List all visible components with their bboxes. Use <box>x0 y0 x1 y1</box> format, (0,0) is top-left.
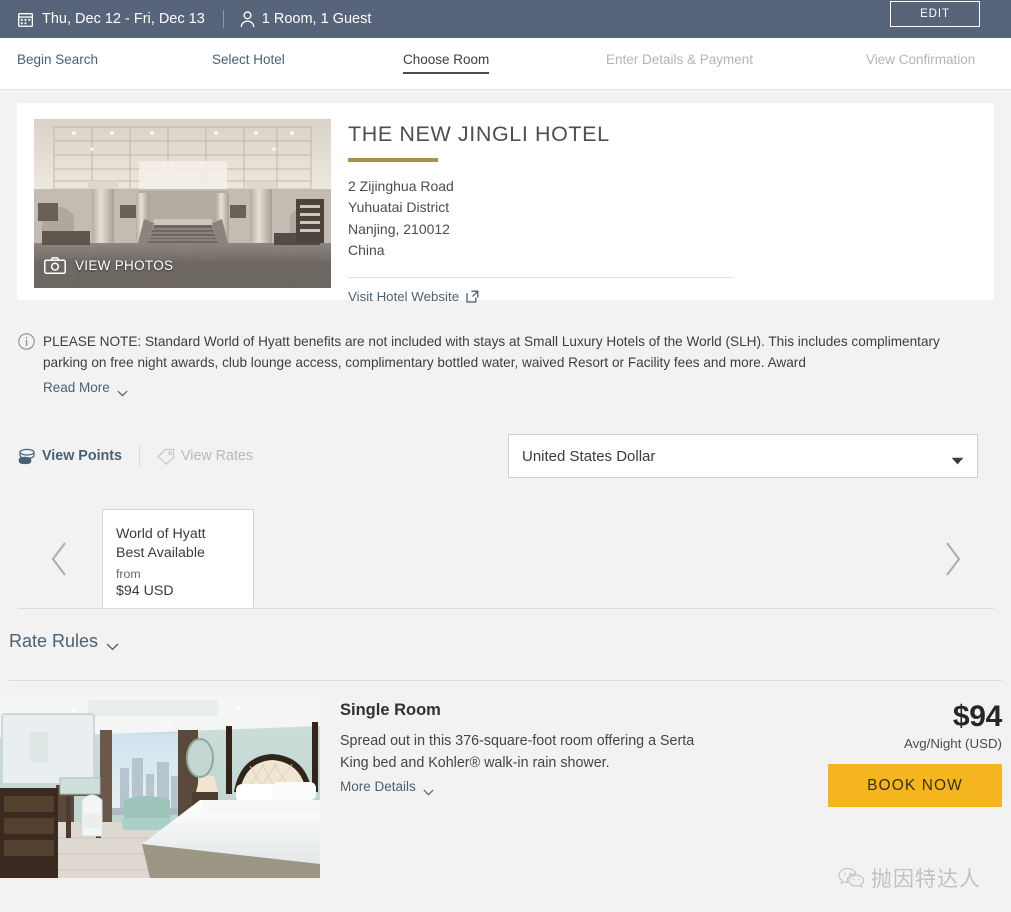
rate-plan-from-label: from <box>116 567 141 582</box>
chevron-down-icon <box>117 384 128 397</box>
hotel-lobby-photo[interactable]: VIEW PHOTOS <box>34 119 331 288</box>
currency-select[interactable]: United States Dollar <box>508 434 978 479</box>
watermark-text: 抛因特达人 <box>871 867 981 891</box>
info-icon <box>18 333 35 350</box>
read-more-label: Read More <box>43 380 110 396</box>
chevron-down-icon <box>423 783 434 796</box>
read-more-toggle[interactable]: Read More <box>43 380 128 397</box>
chevron-down-icon <box>106 638 119 651</box>
watermark: 抛因特达人 <box>838 863 981 893</box>
toggle-divider <box>138 445 140 468</box>
carousel-track <box>254 509 910 608</box>
chevron-right-icon <box>946 542 961 576</box>
carousel-prev-button[interactable] <box>18 509 102 608</box>
occupancy-summary: 1 Room, 1 Guest <box>240 10 372 28</box>
topbar-divider <box>222 10 224 28</box>
room-description: Spread out in this 376-square-foot room … <box>340 733 695 771</box>
person-icon <box>240 10 255 28</box>
rate-rules-toggle[interactable]: Rate Rules <box>9 631 119 652</box>
carousel-next-button[interactable] <box>910 509 994 608</box>
occupancy-text: 1 Room, 1 Guest <box>261 11 372 27</box>
booking-summary-bar: Thu, Dec 12 - Fri, Dec 13 1 Room, 1 Gues… <box>0 0 1011 38</box>
hotel-summary-card: VIEW PHOTOS THE NEW JINGLI HOTEL 2 Zijin… <box>17 103 994 304</box>
points-coins-icon <box>18 448 36 465</box>
please-note-text: PLEASE NOTE: Standard World of Hyatt ben… <box>43 334 940 371</box>
address-divider <box>348 277 734 279</box>
rate-plan-carousel: World of Hyatt Best Available from $94 U… <box>18 509 994 610</box>
more-details-toggle[interactable]: More Details <box>340 779 434 796</box>
room-price-amount: $94 <box>952 700 1002 734</box>
wechat-icon <box>838 867 865 889</box>
room-name: Single Room <box>340 701 441 720</box>
caret-down-icon <box>951 452 964 465</box>
more-details-label: More Details <box>340 779 416 795</box>
view-rates-tab[interactable]: View Rates <box>157 448 253 465</box>
step-begin-search[interactable]: Begin Search <box>17 52 98 67</box>
external-link-icon <box>466 290 479 303</box>
book-now-button[interactable]: BOOK NOW <box>828 764 1002 808</box>
camera-icon <box>44 256 66 274</box>
rooms-section-divider <box>9 680 1002 682</box>
view-controls-row: View Points View Rates United States Dol… <box>18 433 994 479</box>
room-price-column: $94 Avg/Night (USD) BOOK NOW <box>828 696 1011 878</box>
chevron-left-icon <box>51 542 66 576</box>
address-line-3: Nanjing, 210012 <box>348 220 450 237</box>
please-note-banner: PLEASE NOTE: Standard World of Hyatt ben… <box>18 331 994 397</box>
step-choose-room[interactable]: Choose Room <box>403 52 490 74</box>
rate-rules-label: Rate Rules <box>9 631 99 652</box>
room-price-subtitle: Avg/Night (USD) <box>903 736 1002 752</box>
price-tag-icon <box>157 448 175 465</box>
edit-button[interactable]: EDIT <box>890 1 980 27</box>
room-list-item: Single Room Spread out in this 376-squar… <box>0 696 1011 879</box>
hotel-name: THE NEW JINGLI HOTEL <box>348 122 610 146</box>
dates-summary: Thu, Dec 12 - Fri, Dec 13 <box>17 11 205 27</box>
rate-plan-price: $94 USD <box>116 583 174 600</box>
rate-plan-title-line1: World of Hyatt <box>116 526 206 543</box>
rate-plan-title-line2: Best Available <box>116 544 205 561</box>
currency-selected-value: United States Dollar <box>522 447 656 465</box>
visit-hotel-website-link[interactable]: Visit Hotel Website <box>348 289 977 304</box>
view-rates-label: View Rates <box>180 448 254 465</box>
guest-room-photo[interactable] <box>0 696 320 879</box>
step-view-confirmation: View Confirmation <box>866 52 976 67</box>
points-rates-toggle: View Points View Rates <box>18 445 253 468</box>
gold-accent-rule <box>348 158 438 162</box>
booking-progress-steps: Begin Search Select Hotel Choose Room En… <box>0 38 1011 90</box>
address-line-4: China <box>348 241 385 258</box>
view-points-label: View Points <box>42 448 122 465</box>
view-photos-overlay[interactable]: VIEW PHOTOS <box>34 242 331 288</box>
step-enter-details-payment: Enter Details & Payment <box>606 52 754 67</box>
step-select-hotel[interactable]: Select Hotel <box>212 52 285 67</box>
rate-plan-card[interactable]: World of Hyatt Best Available from $94 U… <box>102 509 254 609</box>
calendar-icon <box>17 12 34 27</box>
address-line-1: 2 Zijinghua Road <box>348 178 454 194</box>
address-line-2: Yuhuatai District <box>348 199 450 216</box>
visit-hotel-website-label: Visit Hotel Website <box>348 289 460 305</box>
view-points-tab[interactable]: View Points <box>18 448 122 465</box>
dates-text: Thu, Dec 12 - Fri, Dec 13 <box>42 11 205 27</box>
view-photos-label: VIEW PHOTOS <box>75 257 174 273</box>
